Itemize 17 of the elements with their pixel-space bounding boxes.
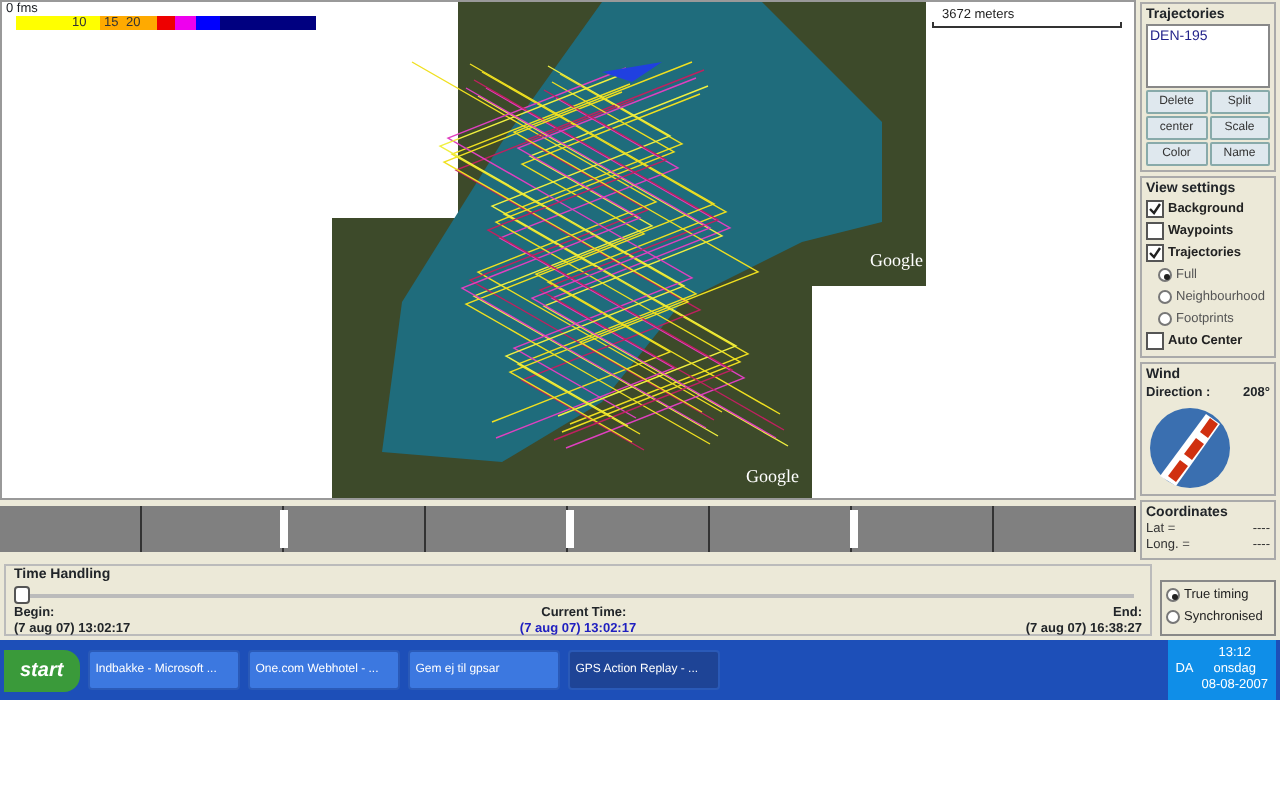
radio-button[interactable] — [1158, 312, 1172, 326]
checkbox[interactable] — [1146, 222, 1164, 240]
checkbox[interactable] — [1146, 332, 1164, 350]
windsock-icon — [1148, 405, 1232, 490]
radio-button[interactable] — [1166, 610, 1180, 624]
radio-button[interactable] — [1158, 268, 1172, 282]
timeline-marker — [850, 510, 858, 548]
slider-thumb[interactable] — [14, 586, 30, 604]
timeline-marker — [566, 510, 574, 548]
timeline-marker — [280, 510, 288, 548]
radio-button[interactable] — [1166, 588, 1180, 602]
start-button[interactable]: start — [4, 649, 80, 691]
map-attribution: Google — [746, 466, 799, 486]
map-attribution: Google — [870, 250, 923, 270]
checkbox[interactable] — [1146, 244, 1164, 262]
radio-button[interactable] — [1158, 290, 1172, 304]
checkbox[interactable] — [1146, 200, 1164, 218]
